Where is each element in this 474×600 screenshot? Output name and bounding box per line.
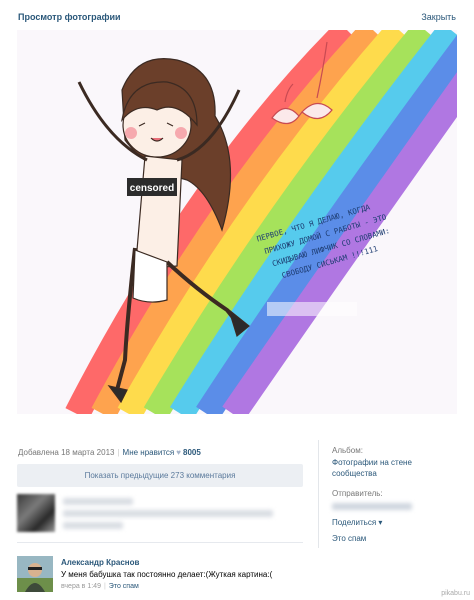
photo[interactable]: censored ПЕРВОЕ, ЧТО Я ДЕЛАЮ, КОГДА ПРИХ… xyxy=(17,30,457,414)
chevron-down-icon: ▾ xyxy=(378,518,383,527)
viewer-header: Просмотр фотографии Закрыть xyxy=(0,0,474,28)
photo-illustration: censored ПЕРВОЕ, ЧТО Я ДЕЛАЮ, КОГДА ПРИХ… xyxy=(65,30,457,414)
avatar[interactable] xyxy=(17,556,53,592)
close-link[interactable]: Закрыть xyxy=(421,12,456,22)
avatar-image xyxy=(17,556,53,592)
album-name-line-2[interactable]: сообщества xyxy=(332,469,377,478)
blurred-text xyxy=(63,510,273,517)
comment-spam-link[interactable]: Это спам xyxy=(109,583,139,590)
sender-blurred[interactable] xyxy=(332,503,412,510)
comment-author-link[interactable]: Александр Краснов xyxy=(61,558,139,567)
avatar-blurred xyxy=(17,494,55,532)
added-date: Добавлена 18 марта 2013 xyxy=(18,448,115,457)
censored-label: censored xyxy=(130,183,174,194)
comment-blurred xyxy=(17,494,303,534)
share-link[interactable]: Поделиться ▾ xyxy=(332,518,382,527)
spam-link[interactable]: Это спам xyxy=(332,534,366,543)
like-link[interactable]: Мне нравится xyxy=(123,448,175,457)
comment-time[interactable]: вчера в 1:49 xyxy=(61,583,101,590)
comment-text: У меня бабушка так постоянно делает:(Жут… xyxy=(61,570,273,579)
comment-item: Александр Краснов У меня бабушка так пос… xyxy=(17,556,303,596)
sidebar-divider xyxy=(318,440,319,548)
comment-divider xyxy=(17,542,303,543)
show-previous-comments-button[interactable]: Показать предыдущие 273 комментария xyxy=(17,464,303,487)
sender-label: Отправитель: xyxy=(332,489,383,498)
viewer-title: Просмотр фотографии xyxy=(18,12,121,22)
blurred-meta xyxy=(63,522,123,529)
photo-meta: Добавлена 18 марта 2013 | Мне нравится ♥ 800… xyxy=(18,448,201,457)
blurred-author xyxy=(63,498,133,505)
album-name-line-1[interactable]: Фотографии на стене xyxy=(332,458,412,467)
watermark: pikabu.ru xyxy=(441,590,470,597)
comment-meta: вчера в 1:49 | Это спам xyxy=(61,583,139,590)
like-count[interactable]: 8005 xyxy=(183,448,201,457)
heart-icon[interactable]: ♥ xyxy=(176,448,181,457)
album-label: Альбом: xyxy=(332,446,363,455)
